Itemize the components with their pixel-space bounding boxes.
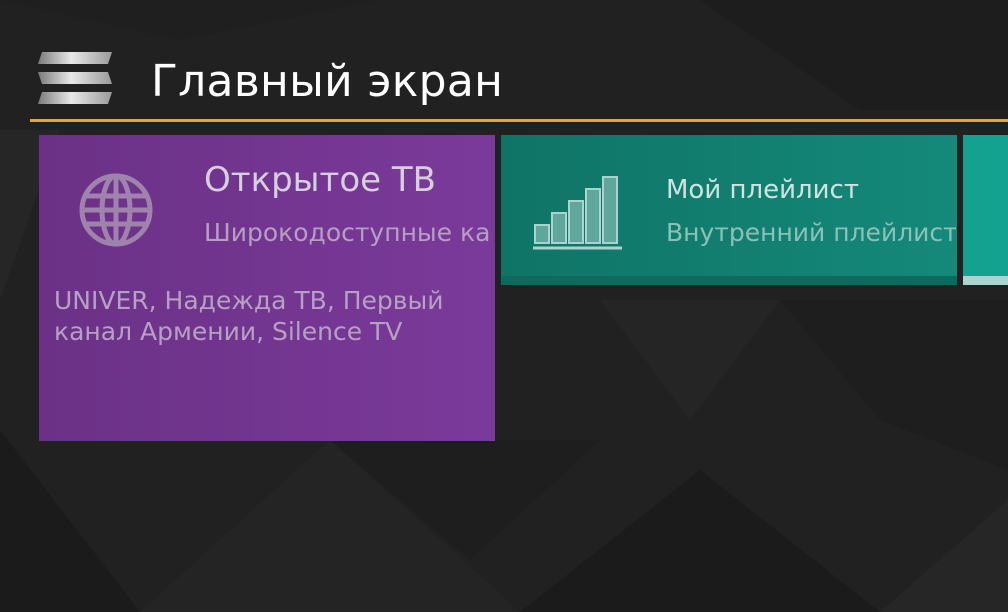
tile-next-partial[interactable]	[963, 135, 1008, 285]
tile-bottom-bar	[501, 276, 957, 285]
menu-icon	[38, 52, 112, 104]
tile-title: Открытое ТВ	[204, 160, 436, 200]
app-header: Главный экран	[0, 0, 1008, 124]
header-divider	[30, 119, 1008, 122]
menu-button[interactable]	[36, 50, 114, 106]
globe-icon	[79, 173, 153, 247]
bar-chart-icon	[533, 176, 622, 250]
tile-description: UNIVER, Надежда ТВ, Первый канал Армении…	[54, 286, 444, 346]
tile-title: Мой плейлист	[666, 175, 859, 205]
page-title: Главный экран	[151, 56, 504, 107]
tile-bottom-bar	[963, 276, 1008, 285]
tile-subtitle: Внутренний плейлист	[666, 218, 956, 247]
tile-subtitle: Широкодоступные каналы	[204, 218, 490, 247]
tile-my-playlist[interactable]: Мой плейлист Внутренний плейлист	[501, 135, 957, 285]
